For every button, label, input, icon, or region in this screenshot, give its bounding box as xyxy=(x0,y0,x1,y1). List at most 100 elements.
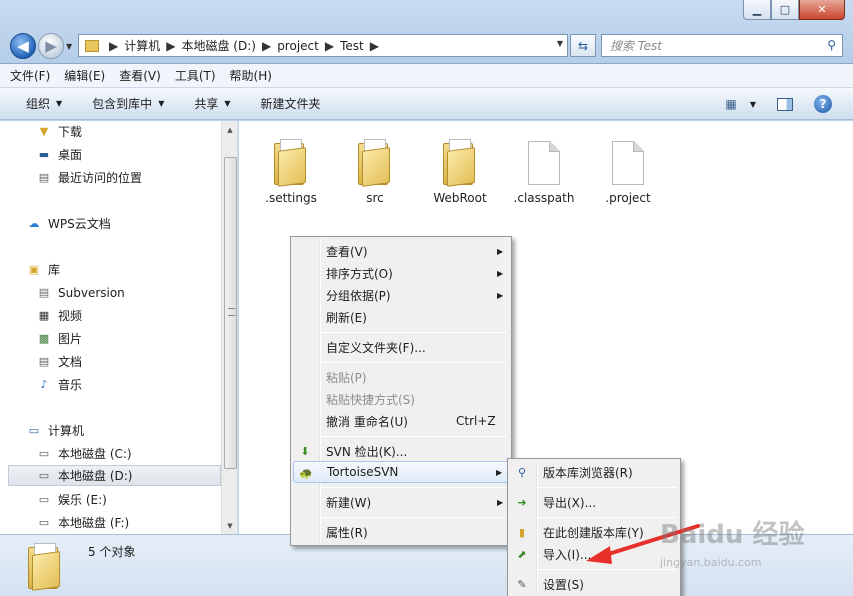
ctx-tortoisesvn[interactable]: 🐢 TortoiseSVN ▶ xyxy=(293,461,509,483)
share-button[interactable]: 共享 ▼ xyxy=(194,95,230,112)
export-icon: ➜ xyxy=(517,495,527,509)
nav-item-drive-e[interactable]: ▭ 娱乐 (E:) xyxy=(36,489,107,510)
breadcrumb-test[interactable]: Test xyxy=(340,39,364,53)
nav-item-computer[interactable]: ▭ 计算机 xyxy=(26,420,84,441)
nav-label: 库 xyxy=(48,263,61,277)
breadcrumb-drive-d[interactable]: 本地磁盘 (D:) xyxy=(181,37,255,54)
chevron-right-icon[interactable]: ▶ xyxy=(370,39,379,53)
menu-view[interactable]: 查看(V) xyxy=(119,67,161,84)
chevron-right-icon[interactable]: ▶ xyxy=(262,39,271,53)
ctx-label: 粘贴(P) xyxy=(326,370,367,385)
nav-item-subversion[interactable]: ▤ Subversion xyxy=(36,282,125,303)
scroll-thumb[interactable] xyxy=(224,157,237,469)
file-name: WebRoot xyxy=(433,191,487,205)
search-input[interactable]: 搜索 Test ⚲ xyxy=(601,34,843,57)
nav-item-desktop[interactable]: ▬ 桌面 xyxy=(36,144,82,165)
ctx-svn-checkout[interactable]: ⬇ SVN 检出(K)... xyxy=(293,440,509,462)
chevron-right-icon[interactable]: ▶ xyxy=(166,39,175,53)
organize-label: 组织 xyxy=(26,97,51,111)
svn-settings[interactable]: ✎ 设置(S) xyxy=(510,573,678,595)
change-view-button[interactable]: ▦ xyxy=(720,93,742,115)
new-folder-button[interactable]: 新建文件夹 xyxy=(261,95,321,112)
help-icon: ? xyxy=(814,95,832,113)
nav-item-drive-c[interactable]: ▭ 本地磁盘 (C:) xyxy=(36,443,132,464)
chevron-right-icon[interactable]: ▶ xyxy=(325,39,334,53)
search-placeholder: 搜索 Test xyxy=(610,39,663,53)
ctx-group-by[interactable]: 分组依据(P) ▶ xyxy=(293,284,509,306)
system-drive-icon: ▭ xyxy=(38,447,50,460)
nav-item-wps-cloud[interactable]: ☁ WPS云文档 xyxy=(26,213,111,234)
file-item-settings[interactable]: .settings xyxy=(251,129,331,205)
nav-scrollbar[interactable]: ▲ ▼ xyxy=(221,121,237,534)
nav-label: 视频 xyxy=(58,309,83,323)
ctx-view[interactable]: 查看(V) ▶ xyxy=(293,240,509,262)
menu-file[interactable]: 文件(F) xyxy=(10,67,50,84)
nav-label: 娱乐 (E:) xyxy=(58,493,107,507)
nav-item-drive-d[interactable]: ▭ 本地磁盘 (D:) xyxy=(8,465,221,486)
scroll-up-icon[interactable]: ▲ xyxy=(222,121,237,138)
context-menu: 查看(V) ▶ 排序方式(O) ▶ 分组依据(P) ▶ 刷新(E) 自定义文件夹… xyxy=(290,236,512,546)
back-button[interactable]: ◀ xyxy=(10,33,36,59)
recent-places-icon: ▤ xyxy=(38,171,50,184)
menu-help[interactable]: 帮助(H) xyxy=(230,67,272,84)
chevron-right-icon[interactable]: ▶ xyxy=(109,39,118,53)
nav-item-drive-f[interactable]: ▭ 本地磁盘 (F:) xyxy=(36,512,129,533)
refresh-button[interactable]: ⇆ xyxy=(570,34,596,57)
file-item-webroot[interactable]: WebRoot xyxy=(420,129,500,205)
organize-button[interactable]: 组织 ▼ xyxy=(26,95,62,112)
file-name: src xyxy=(366,191,384,205)
address-dropdown-icon[interactable]: ▼ xyxy=(557,39,563,48)
file-item-src[interactable]: src xyxy=(335,129,415,205)
svn-repo-browser[interactable]: ⚲ 版本库浏览器(R) xyxy=(510,461,678,483)
menu-separator xyxy=(321,436,507,437)
nav-item-recent-places[interactable]: ▤ 最近访问的位置 xyxy=(36,167,142,188)
nav-item-documents[interactable]: ▤ 文档 xyxy=(36,351,82,372)
svn-export[interactable]: ➜ 导出(X)... xyxy=(510,491,678,513)
menu-separator xyxy=(538,517,676,518)
ctx-label: 分组依据(P) xyxy=(326,288,391,303)
recent-pages-button[interactable]: ▼ xyxy=(66,42,72,51)
nav-item-videos[interactable]: ▦ 视频 xyxy=(36,305,82,326)
minimize-button[interactable]: ▁ xyxy=(743,0,771,20)
close-button[interactable]: ✕ xyxy=(799,0,845,20)
chevron-down-icon: ▼ xyxy=(66,42,73,51)
repo-browser-icon: ⚲ xyxy=(517,465,527,479)
folder-icon xyxy=(443,139,477,187)
address-bar[interactable]: ▶ 计算机 ▶ 本地磁盘 (D:) ▶ project ▶ Test ▶ ▼ xyxy=(78,34,568,57)
file-item-classpath[interactable]: .classpath xyxy=(504,129,584,205)
breadcrumb: ▶ 计算机 ▶ 本地磁盘 (D:) ▶ project ▶ Test ▶ xyxy=(103,37,385,54)
ctx-new[interactable]: 新建(W) ▶ xyxy=(293,491,509,513)
nav-label: 音乐 xyxy=(58,378,83,392)
search-icon[interactable]: ⚲ xyxy=(827,38,836,52)
nav-item-downloads[interactable]: ▼ 下载 xyxy=(36,121,82,142)
chevron-down-icon: ▼ xyxy=(749,99,757,109)
preview-pane-button[interactable] xyxy=(774,93,796,115)
breadcrumb-project[interactable]: project xyxy=(277,39,319,53)
include-in-library-button[interactable]: 包含到库中 ▼ xyxy=(92,95,164,112)
command-bar: 组织 ▼ 包含到库中 ▼ 共享 ▼ 新建文件夹 ▦ ▼ ? xyxy=(0,88,853,120)
file-item-project[interactable]: .project xyxy=(588,129,668,205)
view-options-dropdown[interactable]: ▼ xyxy=(742,93,764,115)
nav-item-libraries[interactable]: ▣ 库 xyxy=(26,259,60,280)
navigation-pane: ▼ 下载 ▬ 桌面 ▤ 最近访问的位置 ☁ WPS云文档 ▣ 库 ▤ Subve… xyxy=(0,121,238,534)
forward-button[interactable]: ▶ xyxy=(38,33,64,59)
nav-item-music[interactable]: ♪ 音乐 xyxy=(36,374,82,395)
ctx-sort-by[interactable]: 排序方式(O) ▶ xyxy=(293,262,509,284)
menu-separator xyxy=(321,332,507,333)
maximize-button[interactable]: □ xyxy=(771,0,799,20)
grip-icon xyxy=(228,308,235,316)
ctx-undo-rename[interactable]: 撤消 重命名(U) Ctrl+Z xyxy=(293,410,509,432)
include-in-library-label: 包含到库中 xyxy=(92,97,153,111)
nav-label: 本地磁盘 (F:) xyxy=(58,516,130,530)
nav-label: 文档 xyxy=(58,355,83,369)
breadcrumb-computer[interactable]: 计算机 xyxy=(124,37,160,54)
nav-item-pictures[interactable]: ▩ 图片 xyxy=(36,328,82,349)
ctx-refresh[interactable]: 刷新(E) xyxy=(293,306,509,328)
file-name: .classpath xyxy=(513,191,575,205)
help-button[interactable]: ? xyxy=(812,93,834,115)
menu-tools[interactable]: 工具(T) xyxy=(175,67,216,84)
ctx-properties[interactable]: 属性(R) xyxy=(293,521,509,543)
menu-edit[interactable]: 编辑(E) xyxy=(64,67,105,84)
scroll-down-icon[interactable]: ▼ xyxy=(222,517,237,534)
ctx-customize-folder[interactable]: 自定义文件夹(F)... xyxy=(293,336,509,358)
